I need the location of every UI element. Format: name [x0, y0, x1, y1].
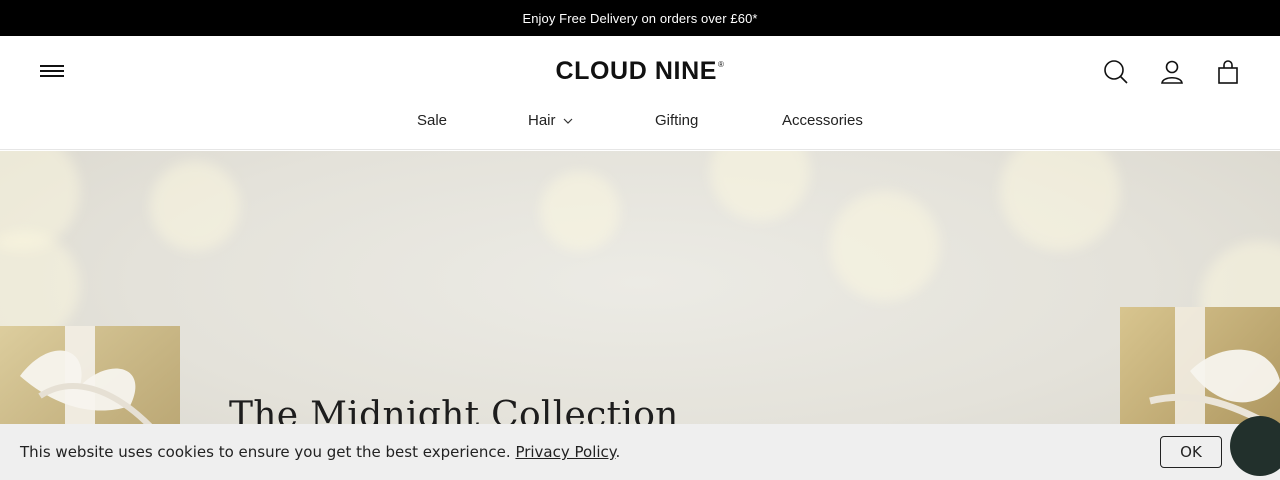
announcement-text: Enjoy Free Delivery on orders over £60* [522, 10, 758, 26]
search-icon[interactable] [1102, 58, 1130, 86]
shopping-bag-icon[interactable] [1214, 58, 1242, 86]
brand-logo[interactable]: CLOUD NINE® [0, 57, 1280, 86]
nav-item-label[interactable]: Gifting [655, 112, 698, 129]
bokeh-light [540, 171, 620, 251]
nav-item-gifting[interactable]: Gifting [655, 112, 698, 129]
cookie-banner: This website uses cookies to ensure you … [0, 424, 1280, 480]
nav-item-label[interactable]: Hair [528, 112, 556, 129]
nav-item-label[interactable]: Sale [417, 112, 447, 129]
bokeh-light [710, 151, 810, 221]
bokeh-light [830, 191, 940, 301]
chevron-down-icon[interactable] [563, 116, 573, 126]
cookie-suffix: . [615, 443, 621, 461]
cookie-text: This website uses cookies to ensure you … [20, 443, 511, 461]
bokeh-light [1000, 151, 1120, 251]
account-icon[interactable] [1158, 58, 1186, 86]
nav-item-sale[interactable]: Sale [417, 112, 447, 129]
main-nav: Sale Hair Gifting Accessories [0, 112, 1280, 132]
nav-item-accessories[interactable]: Accessories [782, 112, 863, 129]
privacy-policy-link[interactable]: Privacy Policy [515, 443, 615, 461]
site-header: CLOUD NINE® Sale Hair Gifting Accessorie… [0, 36, 1280, 150]
nav-item-hair[interactable]: Hair [528, 112, 573, 129]
nav-item-label[interactable]: Accessories [782, 112, 863, 129]
bokeh-light [150, 161, 240, 251]
brand-name[interactable]: CLOUD NINE [555, 57, 717, 85]
brand-registered-mark: ® [718, 60, 725, 69]
cookie-message: This website uses cookies to ensure you … [20, 443, 620, 461]
cookie-ok-button[interactable]: OK [1160, 436, 1222, 468]
announcement-bar: Enjoy Free Delivery on orders over £60* [0, 0, 1280, 36]
